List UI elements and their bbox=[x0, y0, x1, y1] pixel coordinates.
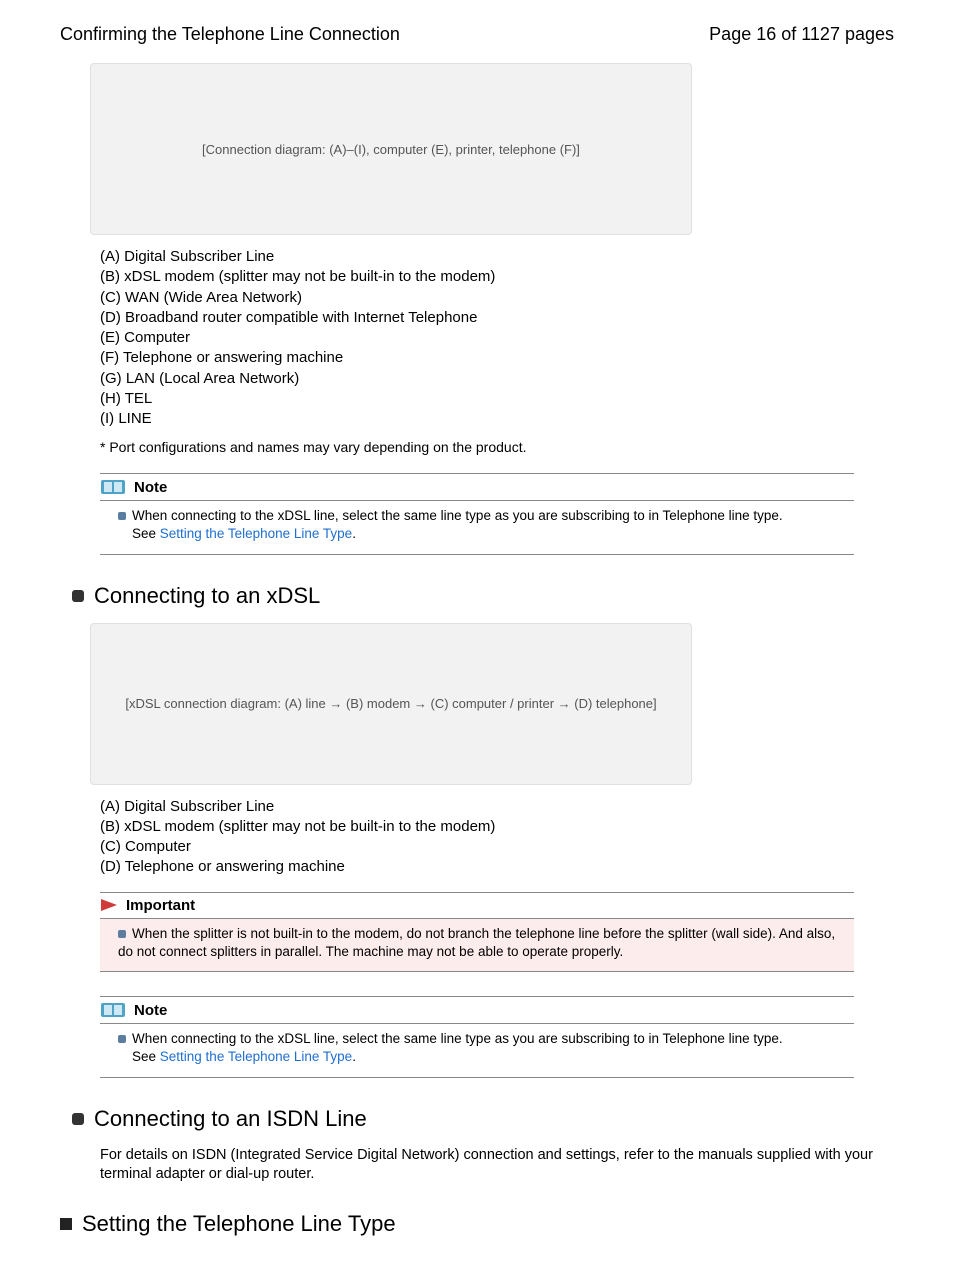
note-callout-1: Note When connecting to the xDSL line, s… bbox=[100, 473, 854, 554]
note-body: When connecting to the xDSL line, select… bbox=[100, 1024, 854, 1077]
legend-item: (A) Digital Subscriber Line bbox=[100, 797, 894, 817]
legend-item: (A) Digital Subscriber Line bbox=[100, 247, 894, 267]
bullet-icon bbox=[72, 590, 84, 602]
note-text: When connecting to the xDSL line, select… bbox=[132, 1031, 783, 1046]
isdn-body: For details on ISDN (Integrated Service … bbox=[100, 1146, 894, 1185]
connection-diagram-2: [xDSL connection diagram: (A) line → (B)… bbox=[90, 623, 692, 785]
bullet-icon bbox=[118, 930, 126, 938]
link-setting-telephone-line-type[interactable]: Setting the Telephone Line Type bbox=[160, 1049, 352, 1064]
bullet-icon bbox=[118, 1035, 126, 1043]
legend-item: (C) WAN (Wide Area Network) bbox=[100, 288, 894, 308]
connection-diagram-1: [Connection diagram: (A)–(I), computer (… bbox=[90, 63, 692, 235]
important-body: When the splitter is not built-in to the… bbox=[100, 919, 854, 972]
legend-item: (D) Telephone or answering machine bbox=[100, 857, 894, 877]
section-heading-xdsl: Connecting to an xDSL bbox=[72, 583, 894, 609]
note-period: . bbox=[352, 526, 356, 541]
important-heading-text: Important bbox=[126, 897, 195, 914]
note-see: See bbox=[132, 526, 160, 541]
diagram1-footnote: * Port configurations and names may vary… bbox=[100, 439, 894, 455]
page-header: Confirming the Telephone Line Connection… bbox=[60, 24, 894, 45]
section-title: Connecting to an ISDN Line bbox=[94, 1106, 367, 1132]
note-body: When connecting to the xDSL line, select… bbox=[100, 501, 854, 554]
legend-item: (B) xDSL modem (splitter may not be buil… bbox=[100, 817, 894, 837]
link-setting-telephone-line-type[interactable]: Setting the Telephone Line Type bbox=[160, 526, 352, 541]
important-header: Important bbox=[100, 893, 854, 919]
legend-item: (D) Broadband router compatible with Int… bbox=[100, 308, 894, 328]
header-title: Confirming the Telephone Line Connection bbox=[60, 24, 400, 45]
bullet-icon bbox=[118, 512, 126, 520]
bullet-icon bbox=[72, 1113, 84, 1125]
legend-item: (I) LINE bbox=[100, 409, 894, 429]
legend-item: (C) Computer bbox=[100, 837, 894, 857]
open-book-icon bbox=[100, 478, 126, 496]
square-bullet-icon bbox=[60, 1218, 72, 1230]
legend-item: (B) xDSL modem (splitter may not be buil… bbox=[100, 267, 894, 287]
diagram2-legend: (A) Digital Subscriber Line (B) xDSL mod… bbox=[100, 797, 894, 878]
note-header: Note bbox=[100, 474, 854, 501]
note-heading-text: Note bbox=[134, 1002, 167, 1019]
section-heading-settype: Setting the Telephone Line Type bbox=[60, 1211, 894, 1237]
note-period: . bbox=[352, 1049, 356, 1064]
note-see: See bbox=[132, 1049, 160, 1064]
header-page-number: Page 16 of 1127 pages bbox=[709, 24, 894, 45]
section-title: Setting the Telephone Line Type bbox=[82, 1211, 396, 1237]
legend-item: (E) Computer bbox=[100, 328, 894, 348]
note-header: Note bbox=[100, 997, 854, 1024]
section-title: Connecting to an xDSL bbox=[94, 583, 320, 609]
important-callout: Important When the splitter is not built… bbox=[100, 892, 854, 972]
section-heading-isdn: Connecting to an ISDN Line bbox=[72, 1106, 894, 1132]
legend-item: (H) TEL bbox=[100, 389, 894, 409]
important-text: When the splitter is not built-in to the… bbox=[118, 926, 835, 959]
flag-icon bbox=[100, 898, 118, 912]
note-text: When connecting to the xDSL line, select… bbox=[132, 508, 783, 523]
legend-item: (G) LAN (Local Area Network) bbox=[100, 369, 894, 389]
note-callout-2: Note When connecting to the xDSL line, s… bbox=[100, 996, 854, 1077]
diagram1-legend: (A) Digital Subscriber Line (B) xDSL mod… bbox=[100, 247, 894, 429]
note-heading-text: Note bbox=[134, 479, 167, 496]
open-book-icon bbox=[100, 1001, 126, 1019]
legend-item: (F) Telephone or answering machine bbox=[100, 348, 894, 368]
